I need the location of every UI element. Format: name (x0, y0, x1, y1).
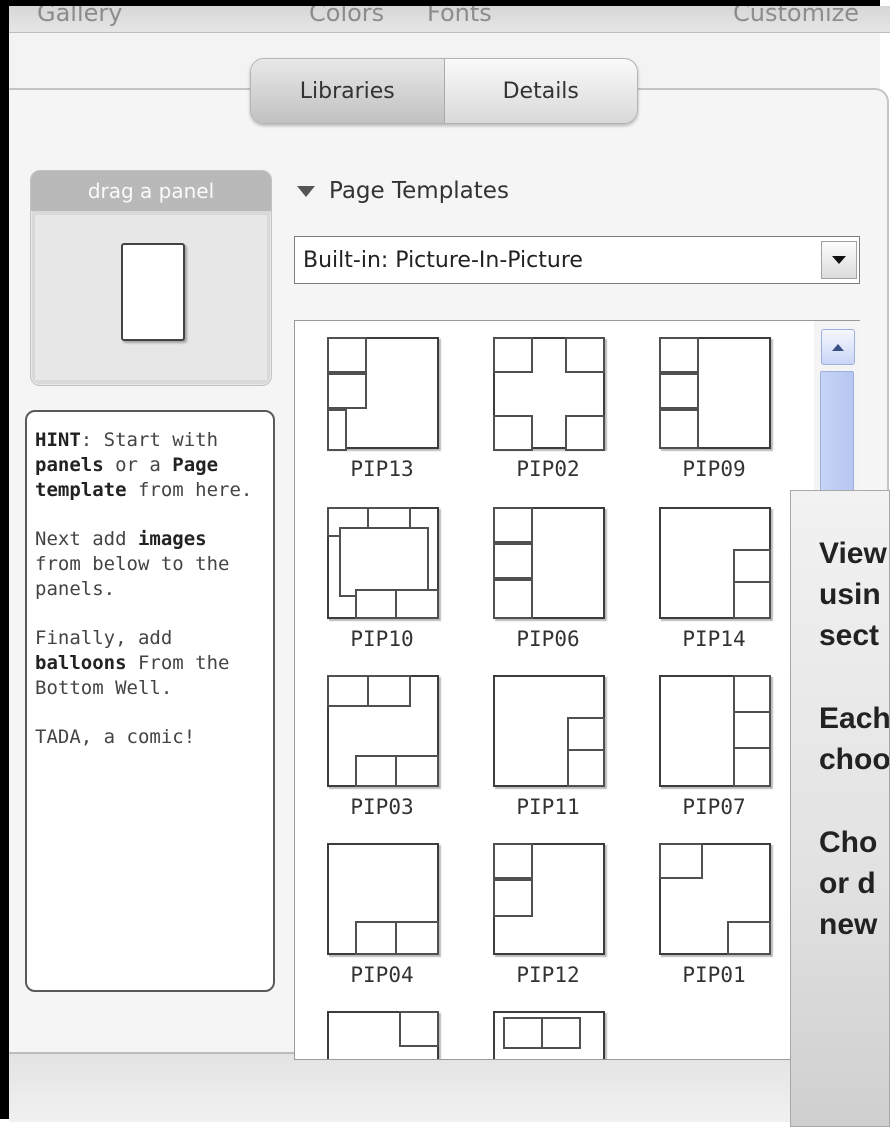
top-tab-gallery[interactable]: Gallery (37, 6, 122, 27)
blank-panel-icon[interactable] (121, 243, 185, 341)
template-label-pip10: PIP10 (350, 627, 414, 651)
chevron-down-icon (832, 256, 846, 264)
disclosure-triangle-icon[interactable] (297, 185, 315, 197)
template-label-pip11: PIP11 (516, 795, 580, 819)
hint-paragraph-2: Next add images from below to the panels… (35, 528, 230, 600)
dropdown-arrow-button[interactable] (821, 241, 857, 279)
template-thumb-pip12[interactable] (487, 843, 609, 961)
template-set-value: Built-in: Picture-In-Picture (303, 248, 583, 273)
template-thumb-pip03[interactable] (321, 675, 443, 793)
template-thumb-pip10[interactable] (321, 507, 443, 625)
chevron-up-icon (832, 343, 844, 351)
page-templates-label: Page Templates (329, 178, 509, 204)
template-label-pip14: PIP14 (682, 627, 746, 651)
template-label-pip03: PIP03 (350, 795, 414, 819)
top-tab-colors[interactable]: Colors (309, 6, 384, 27)
hint-paragraph-1: HINT: Start with panels or a Page templa… (35, 429, 253, 501)
tab-libraries[interactable]: Libraries (251, 59, 445, 123)
hint-box: HINT: Start with panels or a Page templa… (25, 410, 275, 992)
template-label-pip07: PIP07 (682, 795, 746, 819)
template-thumb-pip07[interactable] (653, 675, 775, 793)
template-thumb-pip06[interactable] (487, 507, 609, 625)
template-label-pip01: PIP01 (682, 963, 746, 987)
tab-details[interactable]: Details (445, 59, 638, 123)
callout-line-5: choo (819, 743, 890, 776)
page-templates-header[interactable]: Page Templates (297, 178, 509, 204)
template-thumb-pip04[interactable] (321, 843, 443, 961)
scroll-up-button[interactable] (821, 329, 855, 365)
template-label-pip13: PIP13 (350, 457, 414, 481)
segmented-tabs: Libraries Details (250, 58, 638, 124)
hint-paragraph-3: Finally, add balloons From the Bottom We… (35, 627, 230, 699)
template-thumb-pip13[interactable] (321, 337, 443, 455)
template-label-pip04: PIP04 (350, 963, 414, 987)
top-tab-fonts[interactable]: Fonts (427, 6, 492, 27)
hint-paragraph-4: TADA, a comic! (35, 726, 196, 748)
template-thumb-partial-2[interactable] (487, 1011, 609, 1059)
callout-line-3: sect (819, 619, 880, 652)
drag-panel-well (35, 215, 267, 380)
callout-line-2: usin (819, 578, 881, 611)
top-tab-customize[interactable]: Customize (733, 6, 859, 27)
tutorial-callout: View usin sect Each choo Cho or d new (790, 490, 890, 1127)
template-thumb-partial-1[interactable] (321, 1011, 443, 1059)
template-grid: PIP13 PIP02 PIP09 PIP10 PIP06 PIP14 PIP0… (294, 320, 860, 1060)
template-thumb-pip01[interactable] (653, 843, 775, 961)
callout-line-6: Cho (819, 826, 878, 859)
template-label-pip09: PIP09 (682, 457, 746, 481)
drag-panel-box[interactable]: drag a panel (30, 170, 272, 386)
bottom-well-bar (9, 1052, 889, 1122)
drag-panel-title: drag a panel (31, 171, 271, 211)
callout-line-4: Each (819, 702, 890, 735)
template-thumb-pip09[interactable] (653, 337, 775, 455)
template-set-select[interactable]: Built-in: Picture-In-Picture (294, 236, 860, 284)
template-label-pip06: PIP06 (516, 627, 580, 651)
template-thumb-pip11[interactable] (487, 675, 609, 793)
callout-line-8: new (819, 908, 878, 941)
callout-line-7: or d (819, 867, 876, 900)
template-thumb-pip02[interactable] (487, 337, 609, 455)
top-tab-bar: Gallery Colors Fonts Customize (9, 6, 890, 33)
template-label-pip12: PIP12 (516, 963, 580, 987)
callout-line-1: View (819, 537, 887, 570)
template-thumb-pip14[interactable] (653, 507, 775, 625)
template-label-pip02: PIP02 (516, 457, 580, 481)
